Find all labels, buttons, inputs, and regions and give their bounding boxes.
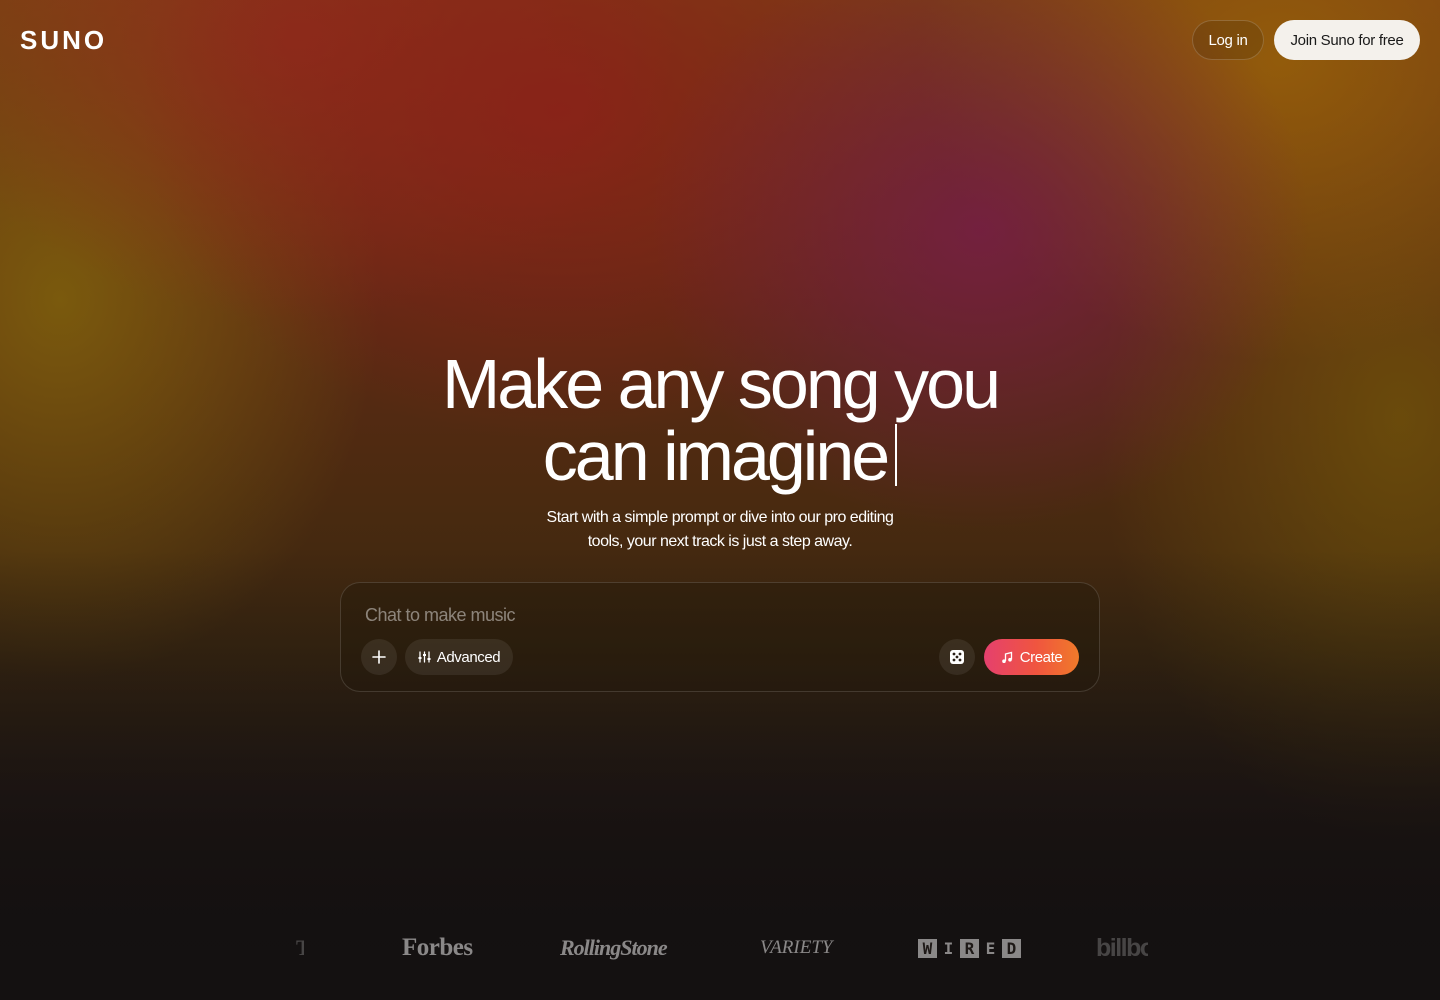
advanced-label: Advanced bbox=[436, 648, 501, 666]
plus-icon bbox=[372, 650, 386, 664]
prompt-input[interactable] bbox=[365, 603, 965, 627]
press-logo-partial: T bbox=[296, 935, 304, 960]
music-note-icon bbox=[1001, 651, 1014, 664]
headline-line-2: can imagine bbox=[0, 420, 1440, 492]
add-button[interactable] bbox=[361, 639, 397, 675]
login-button[interactable]: Log in bbox=[1192, 20, 1264, 60]
typing-cursor bbox=[895, 424, 898, 486]
hero-subtitle: Start with a simple prompt or dive into … bbox=[546, 509, 894, 550]
headline-line-1: Make any song you bbox=[441, 345, 1001, 423]
advanced-button[interactable]: Advanced bbox=[405, 639, 513, 675]
dice-icon bbox=[949, 649, 965, 665]
press-logo-wired: WIRED bbox=[918, 930, 1021, 966]
hero-section: Make any song you can imagine Start with… bbox=[0, 348, 1440, 554]
hero-headline: Make any song you can imagine bbox=[0, 348, 1440, 492]
press-logos: T Forbes RollingStone VARIETY WIRED bill… bbox=[0, 930, 1440, 970]
press-logo-rolling-stone: RollingStone bbox=[560, 935, 668, 960]
top-nav: SUNO Log in Join Suno for free bbox=[0, 0, 1440, 80]
headline-line-2-text: can imagine bbox=[542, 417, 890, 495]
create-button[interactable]: Create bbox=[984, 639, 1079, 675]
join-free-button[interactable]: Join Suno for free bbox=[1274, 20, 1420, 60]
sliders-icon bbox=[418, 651, 431, 663]
suno-logo[interactable]: SUNO bbox=[20, 27, 107, 53]
press-logo-variety: VARIETY bbox=[760, 937, 833, 958]
press-logo-billboard: billboard bbox=[1096, 933, 1148, 962]
music-prompt-composer: Advanced Create bbox=[340, 582, 1100, 692]
press-logo-forbes: Forbes bbox=[402, 934, 473, 961]
create-label: Create bbox=[1019, 648, 1063, 666]
random-prompt-button[interactable] bbox=[939, 639, 975, 675]
